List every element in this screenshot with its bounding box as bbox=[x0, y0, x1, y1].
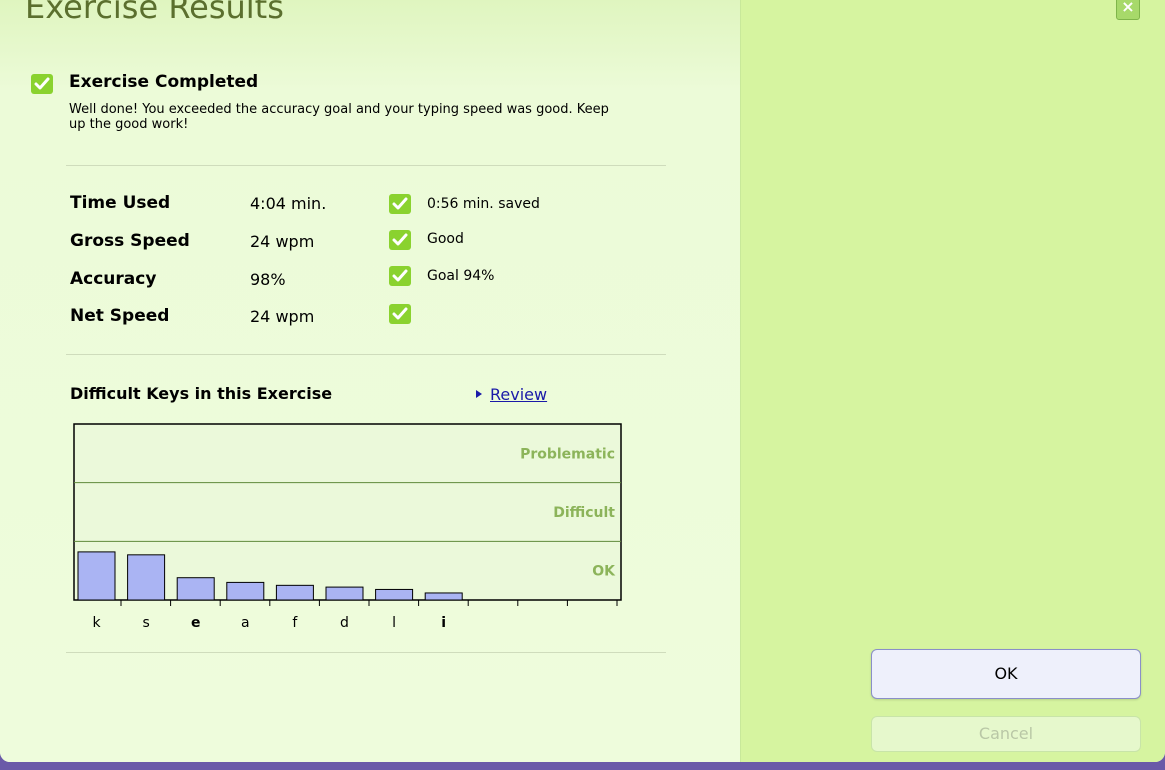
chart-bar bbox=[176, 577, 215, 601]
stat-label-accuracy: Accuracy bbox=[70, 269, 157, 289]
check-icon bbox=[389, 266, 411, 286]
chart-category-label: f bbox=[292, 615, 298, 631]
chart-bar bbox=[275, 584, 314, 601]
chart-band-label: OK bbox=[592, 564, 616, 580]
stat-label-gross-speed: Gross Speed bbox=[70, 231, 190, 251]
chart-bar bbox=[375, 588, 414, 601]
chart-bar bbox=[77, 551, 116, 601]
chart-band-label: Problematic bbox=[520, 446, 615, 462]
stat-note-time-used: 0:56 min. saved bbox=[427, 196, 540, 212]
completed-heading: Exercise Completed bbox=[69, 72, 259, 92]
difficult-keys-chart: OK Difficult Problematic k s e a f d l i bbox=[73, 423, 622, 631]
exercise-results-window: Exercise Results Exercise Completed Well… bbox=[0, 0, 1165, 762]
check-icon bbox=[389, 230, 411, 250]
divider bbox=[66, 652, 666, 653]
chart-bar bbox=[226, 581, 265, 601]
chart-bar bbox=[325, 586, 364, 601]
window-title: Exercise Results bbox=[25, 0, 284, 26]
results-panel: Exercise Results Exercise Completed Well… bbox=[0, 0, 740, 762]
stat-note-gross-speed: Good bbox=[427, 231, 464, 247]
review-link[interactable]: Review bbox=[490, 385, 547, 404]
chart-category-label: a bbox=[241, 615, 250, 631]
completed-message: Well done! You exceeded the accuracy goa… bbox=[69, 102, 609, 132]
chart-bar bbox=[424, 592, 463, 601]
stat-label-net-speed: Net Speed bbox=[70, 306, 170, 326]
side-panel bbox=[740, 0, 1165, 762]
chart-category-label: e bbox=[191, 615, 201, 631]
stat-value-net-speed: 24 wpm bbox=[250, 307, 315, 326]
stat-note-accuracy: Goal 94% bbox=[427, 268, 495, 284]
chart-category-label: i bbox=[441, 615, 446, 631]
stat-value-time-used: 4:04 min. bbox=[250, 194, 327, 213]
chart-category-label: s bbox=[142, 615, 149, 631]
stat-value-accuracy: 98% bbox=[250, 270, 286, 289]
divider bbox=[66, 165, 666, 166]
cancel-button[interactable]: Cancel bbox=[871, 716, 1141, 752]
chart-bar bbox=[127, 554, 166, 601]
chart-category-label: l bbox=[392, 615, 396, 631]
chart-category-label: d bbox=[340, 615, 349, 631]
check-icon bbox=[31, 74, 53, 94]
difficult-keys-heading: Difficult Keys in this Exercise bbox=[70, 384, 333, 403]
stat-value-gross-speed: 24 wpm bbox=[250, 232, 315, 251]
check-icon bbox=[389, 304, 411, 324]
triangle-right-icon bbox=[476, 390, 482, 398]
close-button[interactable]: × bbox=[1116, 0, 1140, 20]
divider bbox=[66, 354, 666, 355]
check-icon bbox=[389, 194, 411, 214]
ok-button[interactable]: OK bbox=[871, 649, 1141, 699]
chart-band-label: Difficult bbox=[553, 505, 615, 521]
stat-label-time-used: Time Used bbox=[70, 193, 171, 213]
chart-category-label: k bbox=[92, 615, 101, 631]
